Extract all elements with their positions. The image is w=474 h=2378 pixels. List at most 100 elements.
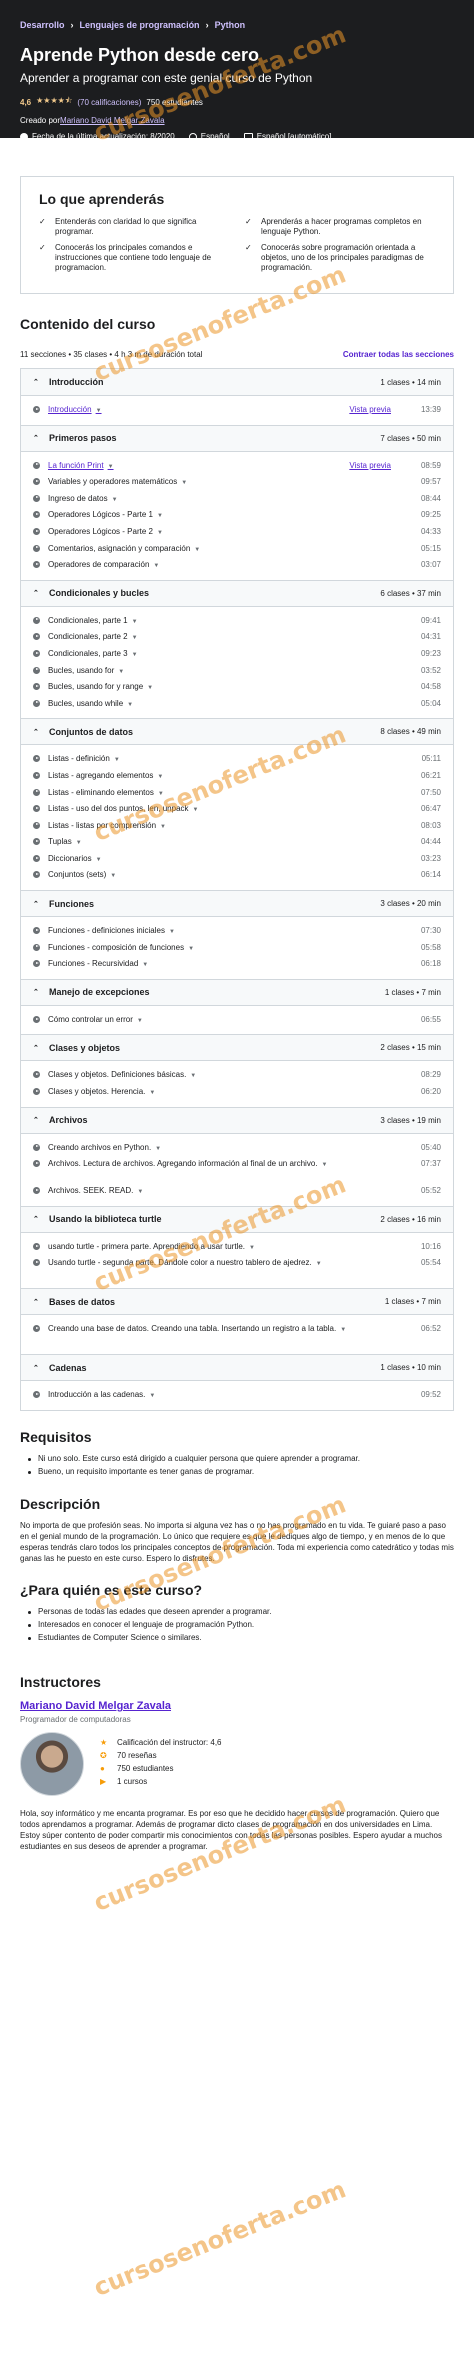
- chevron-down-icon[interactable]: ▼: [137, 1189, 143, 1195]
- lecture-row[interactable]: Clases y objetos. Definiciones básicas. ▼…: [33, 1067, 441, 1084]
- chevron-down-icon[interactable]: ▼: [127, 702, 133, 708]
- section-header[interactable]: ⌃ Archivos 3 clases • 19 min: [21, 1106, 453, 1133]
- chevron-down-icon[interactable]: ▼: [112, 497, 118, 503]
- lecture-title: La función Print: [48, 460, 104, 470]
- lecture-row[interactable]: Creando una base de datos. Creando una t…: [33, 1321, 441, 1348]
- play-icon: [33, 927, 40, 935]
- chevron-down-icon[interactable]: ▼: [193, 807, 199, 813]
- lecture-row[interactable]: Funciones - composición de funciones ▼ 05:…: [33, 940, 441, 957]
- preview-link[interactable]: Vista previa: [349, 405, 391, 415]
- chevron-down-icon[interactable]: ▼: [132, 635, 138, 641]
- lecture-row[interactable]: Operadores Lógicos - Parte 1 ▼ 09:25: [33, 507, 441, 524]
- chevron-down-icon[interactable]: ▼: [114, 757, 120, 763]
- chevron-down-icon[interactable]: ▼: [316, 1261, 322, 1267]
- instructor-name-link[interactable]: Mariano David Melgar Zavala: [20, 1700, 454, 1712]
- chevron-down-icon[interactable]: ▼: [149, 1393, 155, 1399]
- lecture-row[interactable]: Operadores Lógicos - Parte 2 ▼ 04:33: [33, 524, 441, 541]
- lecture-row[interactable]: Creando archivos en Python. ▼ 05:40: [33, 1140, 441, 1157]
- chevron-down-icon[interactable]: ▼: [158, 791, 164, 797]
- lecture-row[interactable]: Introducción ▼ Vista previa 13:39: [33, 402, 441, 419]
- chevron-down-icon[interactable]: ▼: [96, 408, 102, 414]
- chevron-down-icon[interactable]: ▼: [132, 619, 138, 625]
- chevron-down-icon[interactable]: ▼: [181, 480, 187, 486]
- chevron-down-icon[interactable]: ▼: [155, 1146, 161, 1152]
- lecture-row[interactable]: Bucles, usando for ▼ 03:52: [33, 663, 441, 680]
- section-header[interactable]: ⌃ Condicionales y bucles 6 clases • 37 min: [21, 579, 453, 606]
- breadcrumb: Desarrollo › Lenguajes de programación ›…: [20, 18, 454, 32]
- section-header[interactable]: ⌃ Clases y objetos 2 clases • 15 min: [21, 1034, 453, 1061]
- chevron-down-icon[interactable]: ▼: [160, 824, 166, 830]
- lecture-row[interactable]: Diccionarios ▼ 03:23: [33, 851, 441, 868]
- lecture-row[interactable]: Cómo controlar un error ▼ 06:55: [33, 1012, 441, 1029]
- lecture-row[interactable]: Usando turtle - segunda parte. Dándole c…: [33, 1255, 441, 1282]
- chevron-down-icon[interactable]: ▼: [108, 464, 114, 470]
- lecture-row[interactable]: Funciones - definiciones iniciales ▼ 07:30: [33, 923, 441, 940]
- lecture-row[interactable]: Listas - eliminando elementos ▼ 07:50: [33, 785, 441, 802]
- lecture-row[interactable]: Listas - agregando elementos ▼ 06:21: [33, 768, 441, 785]
- section-header[interactable]: ⌃ Funciones 3 clases • 20 min: [21, 890, 453, 917]
- chevron-down-icon[interactable]: ▼: [188, 946, 194, 952]
- lecture-row[interactable]: Bucles, usando while ▼ 05:04: [33, 696, 441, 713]
- chevron-down-icon[interactable]: ▼: [153, 563, 159, 569]
- chevron-down-icon[interactable]: ▼: [76, 840, 82, 846]
- chevron-down-icon[interactable]: ▼: [190, 1073, 196, 1079]
- chevron-down-icon[interactable]: ▼: [149, 1090, 155, 1096]
- lecture-row[interactable]: Variables y operadores matemáticos ▼ 09:57: [33, 474, 441, 491]
- breadcrumb-item[interactable]: Desarrollo: [20, 20, 65, 30]
- instructor-row: ★ Calificación del instructor: 4,6 ✪ 70 re…: [20, 1732, 454, 1796]
- chevron-down-icon[interactable]: ▼: [157, 774, 163, 780]
- chevron-down-icon[interactable]: ▼: [169, 929, 175, 935]
- learn-item: ✓ Entenderás con claridad lo que signific…: [39, 217, 197, 236]
- breadcrumb-item[interactable]: Python: [215, 20, 246, 30]
- chevron-down-icon[interactable]: ▼: [157, 513, 163, 519]
- lecture-row[interactable]: usando turtle - primera parte. Aprendien…: [33, 1239, 441, 1256]
- section-header[interactable]: ⌃ Usando la biblioteca turtle 2 clases • 1…: [21, 1205, 453, 1232]
- lecture-row[interactable]: Condicionales, parte 1 ▼ 09:41: [33, 613, 441, 630]
- lecture-row[interactable]: Listas - listas por comprensión ▼ 08:03: [33, 818, 441, 835]
- lecture-duration: 03:52: [420, 665, 441, 675]
- chevron-down-icon[interactable]: ▼: [118, 669, 124, 675]
- section-header[interactable]: ⌃ Manejo de excepciones 1 clases • 7 min: [21, 978, 453, 1005]
- lecture-row[interactable]: Ingreso de datos ▼ 08:44: [33, 491, 441, 508]
- lecture-row[interactable]: Clases y objetos. Herencia. ▼ 06:20: [33, 1084, 441, 1101]
- lecture-row[interactable]: Comentarios, asignación y comparación ▼ 05…: [33, 541, 441, 558]
- creator-link[interactable]: Mariano David Melgar Zavala: [60, 116, 165, 125]
- lecture-row[interactable]: Condicionales, parte 2 ▼ 04:31: [33, 629, 441, 646]
- chevron-down-icon[interactable]: ▼: [96, 857, 102, 863]
- chevron-down-icon[interactable]: ▼: [340, 1327, 346, 1333]
- collapse-all-button[interactable]: Contraer todas las secciones: [343, 350, 454, 362]
- lecture-row[interactable]: Tuplas ▼ 04:44: [33, 834, 441, 851]
- lecture-row[interactable]: Operadores de comparación ▼ 03:07: [33, 557, 441, 574]
- section-header[interactable]: ⌃ Cadenas 1 clases • 10 min: [21, 1354, 453, 1381]
- ratings-count-link[interactable]: (70 calificaciones): [77, 98, 141, 107]
- lecture-row[interactable]: Bucles, usando for y range ▼ 04:58: [33, 679, 441, 696]
- chevron-down-icon[interactable]: ▼: [110, 873, 116, 879]
- lecture-row[interactable]: La función Print ▼ Vista previa 08:59: [33, 458, 441, 475]
- lecture-duration: 04:58: [420, 682, 441, 692]
- lecture-row[interactable]: Funciones - Recursividad ▼ 06:18: [33, 956, 441, 973]
- play-icon: [33, 1088, 40, 1096]
- lecture-row[interactable]: Introducción a las cadenas. ▼ 09:52: [33, 1387, 441, 1404]
- chevron-down-icon[interactable]: ▼: [249, 1245, 255, 1251]
- lecture-row[interactable]: Listas - definición ▼ 05:11: [33, 751, 441, 768]
- chevron-down-icon[interactable]: ▼: [142, 962, 148, 968]
- lecture-row[interactable]: Condicionales, parte 3 ▼ 09:23: [33, 646, 441, 663]
- chevron-down-icon[interactable]: ▼: [147, 685, 153, 691]
- preview-link[interactable]: Vista previa: [349, 461, 391, 471]
- section-header[interactable]: ⌃ Conjuntos de datos 8 clases • 49 min: [21, 718, 453, 745]
- section-header[interactable]: ⌃ Introducción 1 clases • 14 min: [21, 369, 453, 395]
- lecture-row[interactable]: Listas - uso del dos puntos, len, unpack…: [33, 801, 441, 818]
- lecture-row[interactable]: Archivos. Lectura de archivos. Agregando…: [33, 1156, 441, 1183]
- section-header[interactable]: ⌃ Bases de datos 1 clases • 7 min: [21, 1288, 453, 1315]
- section-header[interactable]: ⌃ Primeros pasos 7 clases • 50 min: [21, 424, 453, 451]
- chevron-down-icon[interactable]: ▼: [137, 1018, 143, 1024]
- chevron-down-icon[interactable]: ▼: [157, 530, 163, 536]
- chevron-down-icon[interactable]: ▼: [194, 547, 200, 553]
- lecture-row[interactable]: Archivos. SEEK. READ. ▼ 05:52: [33, 1183, 441, 1200]
- avatar[interactable]: [20, 1732, 84, 1796]
- breadcrumb-item[interactable]: Lenguajes de programación: [80, 20, 200, 30]
- lecture-title: Variables y operadores matemáticos: [48, 477, 178, 487]
- chevron-down-icon[interactable]: ▼: [132, 652, 138, 658]
- lecture-row[interactable]: Conjuntos (sets) ▼ 06:14: [33, 867, 441, 884]
- chevron-down-icon[interactable]: ▼: [321, 1162, 327, 1168]
